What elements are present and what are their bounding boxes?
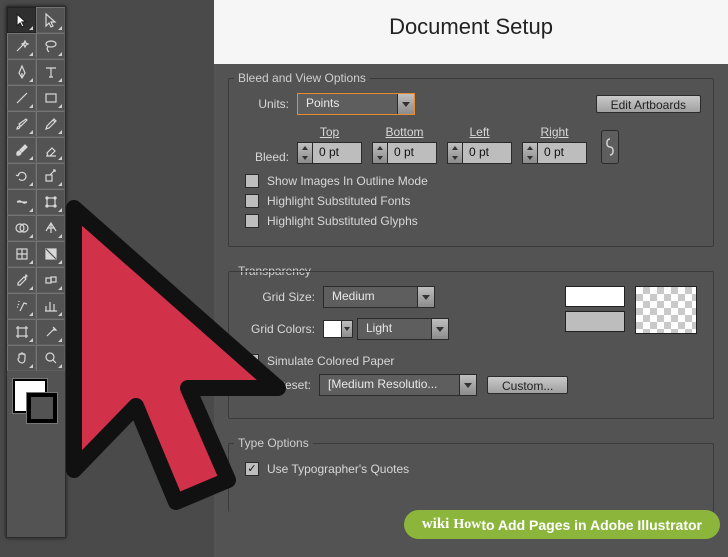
tool-pencil[interactable] (36, 111, 65, 137)
tool-pen[interactable] (7, 59, 36, 85)
units-label: Units: (241, 97, 289, 111)
tool-shape-builder[interactable] (7, 215, 36, 241)
tools-palette (6, 6, 66, 538)
grid-size-dropdown[interactable]: Medium (323, 286, 435, 308)
grid-size-label: Grid Size: (241, 290, 315, 304)
bleed-bottom-input[interactable]: 0 pt (372, 142, 437, 164)
group-bleed-legend: Bleed and View Options (234, 71, 370, 85)
tool-type[interactable] (36, 59, 65, 85)
tool-perspective-grid[interactable] (36, 215, 65, 241)
tool-magic-wand[interactable] (7, 33, 36, 59)
chk-show-outline[interactable]: Show Images In Outline Mode (245, 174, 701, 188)
chevron-down-icon (397, 94, 414, 114)
tool-gradient[interactable] (36, 241, 65, 267)
bleed-head-bottom: Bottom (385, 125, 423, 139)
chk-highlight-fonts[interactable]: Highlight Substituted Fonts (245, 194, 701, 208)
tool-slice[interactable] (36, 319, 65, 345)
tool-direct-selection[interactable] (36, 7, 65, 33)
link-bleed-icon[interactable] (601, 130, 619, 164)
bleed-top-input[interactable]: 0 pt (297, 142, 362, 164)
grid-color-chip[interactable] (323, 320, 353, 338)
stroke-swatch[interactable] (27, 393, 57, 423)
tool-scale[interactable] (36, 163, 65, 189)
edit-artboards-button[interactable]: Edit Artboards (596, 95, 701, 113)
tool-eyedropper[interactable] (7, 267, 36, 293)
tool-line[interactable] (7, 85, 36, 111)
wikihow-logo-text: wiki (422, 516, 450, 533)
panel-title: Document Setup (214, 0, 728, 54)
wikihow-credit: wikiwikiHowHow to Add Pages in Adobe Ill… (404, 510, 720, 539)
group-type-legend: Type Options (234, 436, 313, 450)
tool-rotate[interactable] (7, 163, 36, 189)
preset-dropdown[interactable]: [Medium Resolutio... (319, 374, 477, 396)
chk-highlight-glyphs[interactable]: Highlight Substituted Glyphs (245, 214, 701, 228)
chevron-down-icon (459, 375, 476, 395)
bleed-head-top: Top (320, 125, 339, 139)
bleed-label: Bleed: (241, 150, 289, 164)
chevron-down-icon (417, 287, 434, 307)
custom-button[interactable]: Custom... (487, 376, 568, 394)
tool-artboard[interactable] (7, 319, 36, 345)
tool-mesh[interactable] (7, 241, 36, 267)
transparency-preview-solid (565, 286, 625, 332)
tool-free-transform[interactable] (36, 189, 65, 215)
chk-typographers-quotes[interactable]: Use Typographer's Quotes (245, 462, 701, 476)
tool-blend[interactable] (36, 267, 65, 293)
bleed-left-input[interactable]: 0 pt (447, 142, 512, 164)
grid-colors-label: Grid Colors: (241, 322, 315, 336)
tool-lasso[interactable] (36, 33, 65, 59)
color-swatches[interactable] (7, 377, 65, 433)
tool-eraser[interactable] (36, 137, 65, 163)
preset-label: Preset: (267, 378, 311, 392)
tool-hand[interactable] (7, 345, 36, 371)
tool-symbol-sprayer[interactable] (7, 293, 36, 319)
transparency-preview-checker (635, 286, 697, 334)
chk-simulate-paper[interactable]: Simulate Colored Paper (245, 354, 701, 368)
grid-colors-dropdown[interactable]: Light (357, 318, 449, 340)
tool-zoom[interactable] (36, 345, 65, 371)
bleed-right-input[interactable]: 0 pt (522, 142, 587, 164)
tool-column-graph[interactable] (36, 293, 65, 319)
tool-blob-brush[interactable] (7, 137, 36, 163)
bleed-head-right: Right (540, 125, 568, 139)
tool-width[interactable] (7, 189, 36, 215)
units-dropdown[interactable]: Points (297, 93, 415, 115)
bleed-head-left: Left (469, 125, 489, 139)
chevron-down-icon (431, 319, 448, 339)
tool-selection[interactable] (7, 7, 36, 33)
tool-paintbrush[interactable] (7, 111, 36, 137)
tool-rectangle[interactable] (36, 85, 65, 111)
document-setup-panel: Document Setup Bleed and View Options Un… (214, 0, 728, 547)
